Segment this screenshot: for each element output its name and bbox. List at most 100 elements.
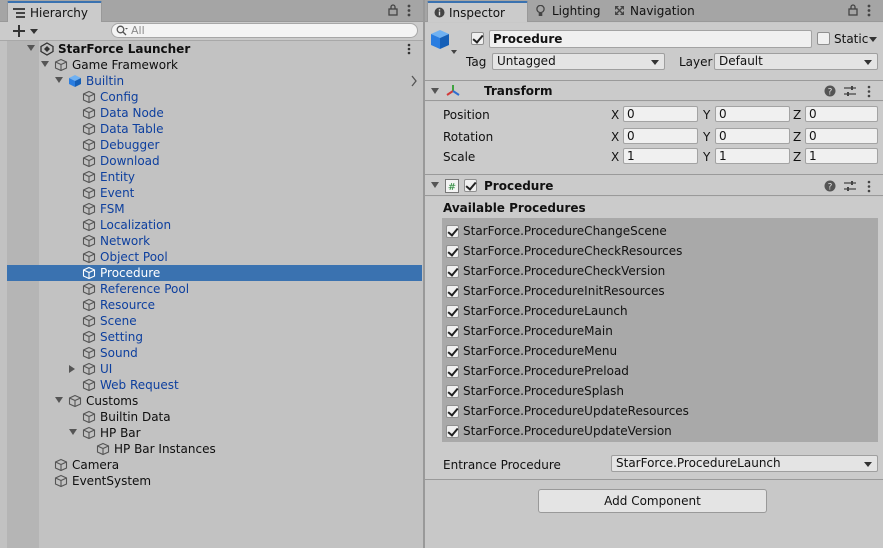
transform-x-field[interactable]: 0 (623, 106, 698, 122)
hierarchy-row[interactable]: Object Pool (7, 249, 422, 265)
inspector-lock-icon[interactable] (848, 4, 858, 16)
axis-y-label[interactable]: Y (703, 130, 710, 144)
tab-inspector[interactable]: Inspector (427, 1, 528, 22)
procedure-header[interactable]: # Procedure ? (425, 174, 883, 196)
preset-sliders-icon[interactable] (844, 85, 856, 97)
procedure-item-checkbox[interactable] (446, 265, 459, 278)
hierarchy-row[interactable]: FSM (7, 201, 422, 217)
procedure-enabled-checkbox[interactable] (464, 179, 477, 192)
create-plus-dropdown[interactable] (13, 24, 39, 38)
foldout-expanded-arrow[interactable] (69, 429, 77, 435)
transform-z-field[interactable]: 0 (805, 106, 878, 122)
transform-x-field[interactable]: 0 (623, 128, 698, 144)
hierarchy-row[interactable]: Scene (7, 313, 422, 329)
component-kebab-menu-icon[interactable] (867, 85, 871, 98)
hierarchy-row[interactable]: Web Request (7, 377, 422, 393)
hierarchy-row[interactable]: UI (7, 361, 422, 377)
procedure-item-checkbox[interactable] (446, 325, 459, 338)
hierarchy-row[interactable]: Builtin (7, 73, 422, 89)
procedure-list-item[interactable]: StarForce.ProcedureCheckResources (442, 241, 878, 261)
component-kebab-menu-icon[interactable] (867, 180, 871, 193)
add-component-button[interactable]: Add Component (538, 489, 767, 513)
hierarchy-row[interactable]: Builtin Data (7, 409, 422, 425)
hierarchy-row[interactable]: EventSystem (7, 473, 422, 489)
tag-dropdown[interactable]: Untagged (492, 53, 665, 70)
foldout-expanded-arrow[interactable] (55, 77, 63, 83)
foldout-expanded-arrow[interactable] (55, 397, 63, 403)
inspector-kebab-menu-icon[interactable] (867, 4, 871, 17)
transform-y-field[interactable]: 1 (715, 148, 790, 164)
axis-x-label[interactable]: X (611, 130, 619, 144)
transform-z-field[interactable]: 1 (805, 148, 878, 164)
procedure-item-checkbox[interactable] (446, 225, 459, 238)
hierarchy-row[interactable]: Config (7, 89, 422, 105)
hierarchy-row[interactable]: Debugger (7, 137, 422, 153)
hierarchy-row[interactable]: Sound (7, 345, 422, 361)
hierarchy-row[interactable]: Download (7, 153, 422, 169)
transform-y-field[interactable]: 0 (715, 106, 790, 122)
hierarchy-row[interactable]: StarForce Launcher (7, 41, 422, 57)
procedure-list-item[interactable]: StarForce.ProcedureChangeScene (442, 221, 878, 241)
transform-z-field[interactable]: 0 (805, 128, 878, 144)
procedure-list-item[interactable]: StarForce.ProcedureSplash (442, 381, 878, 401)
procedure-item-checkbox[interactable] (446, 285, 459, 298)
procedure-item-checkbox[interactable] (446, 245, 459, 258)
procedure-item-checkbox[interactable] (446, 345, 459, 358)
hierarchy-row[interactable]: HP Bar Instances (7, 441, 422, 457)
hierarchy-row[interactable]: Resource (7, 297, 422, 313)
axis-y-label[interactable]: Y (703, 108, 710, 122)
static-dropdown-caret[interactable] (869, 37, 877, 42)
axis-x-label[interactable]: X (611, 150, 619, 164)
foldout-expanded-arrow[interactable] (41, 61, 49, 67)
tab-lighting[interactable]: Lighting (530, 1, 610, 22)
procedure-list-item[interactable]: StarForce.ProcedureInitResources (442, 281, 878, 301)
entrance-procedure-dropdown[interactable]: StarForce.ProcedureLaunch (611, 455, 878, 472)
axis-x-label[interactable]: X (611, 108, 619, 122)
foldout-expanded-arrow[interactable] (27, 45, 35, 51)
preset-sliders-icon[interactable] (844, 180, 856, 192)
procedure-list-item[interactable]: StarForce.ProcedureUpdateVersion (442, 421, 878, 441)
transform-foldout-arrow[interactable] (431, 88, 439, 94)
hierarchy-row[interactable]: Entity (7, 169, 422, 185)
procedure-list-item[interactable]: StarForce.ProcedureUpdateResources (442, 401, 878, 421)
hierarchy-row[interactable]: Procedure (7, 265, 422, 281)
kebab-menu-icon[interactable] (407, 4, 411, 17)
object-active-checkbox[interactable] (471, 32, 484, 45)
hierarchy-search-input[interactable]: All (111, 23, 418, 38)
hierarchy-row[interactable]: Network (7, 233, 422, 249)
axis-z-label[interactable]: Z (793, 108, 801, 122)
procedure-foldout-arrow[interactable] (431, 182, 439, 188)
procedure-list-item[interactable]: StarForce.ProcedureMain (442, 321, 878, 341)
chevron-right-icon[interactable] (410, 75, 418, 87)
procedure-item-checkbox[interactable] (446, 385, 459, 398)
hierarchy-row[interactable]: Setting (7, 329, 422, 345)
procedure-list-item[interactable]: StarForce.ProcedureCheckVersion (442, 261, 878, 281)
axis-z-label[interactable]: Z (793, 130, 801, 144)
hierarchy-row[interactable]: Data Node (7, 105, 422, 121)
procedure-list-item[interactable]: StarForce.ProcedurePreload (442, 361, 878, 381)
help-icon[interactable]: ? (824, 85, 836, 97)
foldout-collapsed-arrow[interactable] (69, 365, 75, 373)
procedure-list-item[interactable]: StarForce.ProcedureMenu (442, 341, 878, 361)
transform-x-field[interactable]: 1 (623, 148, 698, 164)
procedure-list-item[interactable]: StarForce.ProcedureLaunch (442, 301, 878, 321)
hierarchy-row[interactable]: HP Bar (7, 425, 422, 441)
scene-kebab-menu-icon[interactable] (407, 43, 411, 55)
transform-header[interactable]: Transform ? (425, 80, 883, 101)
axis-z-label[interactable]: Z (793, 150, 801, 164)
axis-y-label[interactable]: Y (703, 150, 710, 164)
layer-dropdown[interactable]: Default (714, 53, 878, 70)
procedure-item-checkbox[interactable] (446, 405, 459, 418)
hierarchy-row[interactable]: Event (7, 185, 422, 201)
procedure-item-checkbox[interactable] (446, 305, 459, 318)
static-checkbox[interactable] (817, 32, 830, 45)
hierarchy-row[interactable]: Camera (7, 457, 422, 473)
hierarchy-row[interactable]: Game Framework (7, 57, 422, 73)
lock-icon[interactable] (388, 4, 398, 16)
hierarchy-row[interactable]: Data Table (7, 121, 422, 137)
tab-hierarchy[interactable]: Hierarchy (7, 1, 102, 22)
procedure-item-checkbox[interactable] (446, 425, 459, 438)
procedure-item-checkbox[interactable] (446, 365, 459, 378)
hierarchy-row[interactable]: Reference Pool (7, 281, 422, 297)
gameobject-cube-icon[interactable] (430, 28, 458, 58)
